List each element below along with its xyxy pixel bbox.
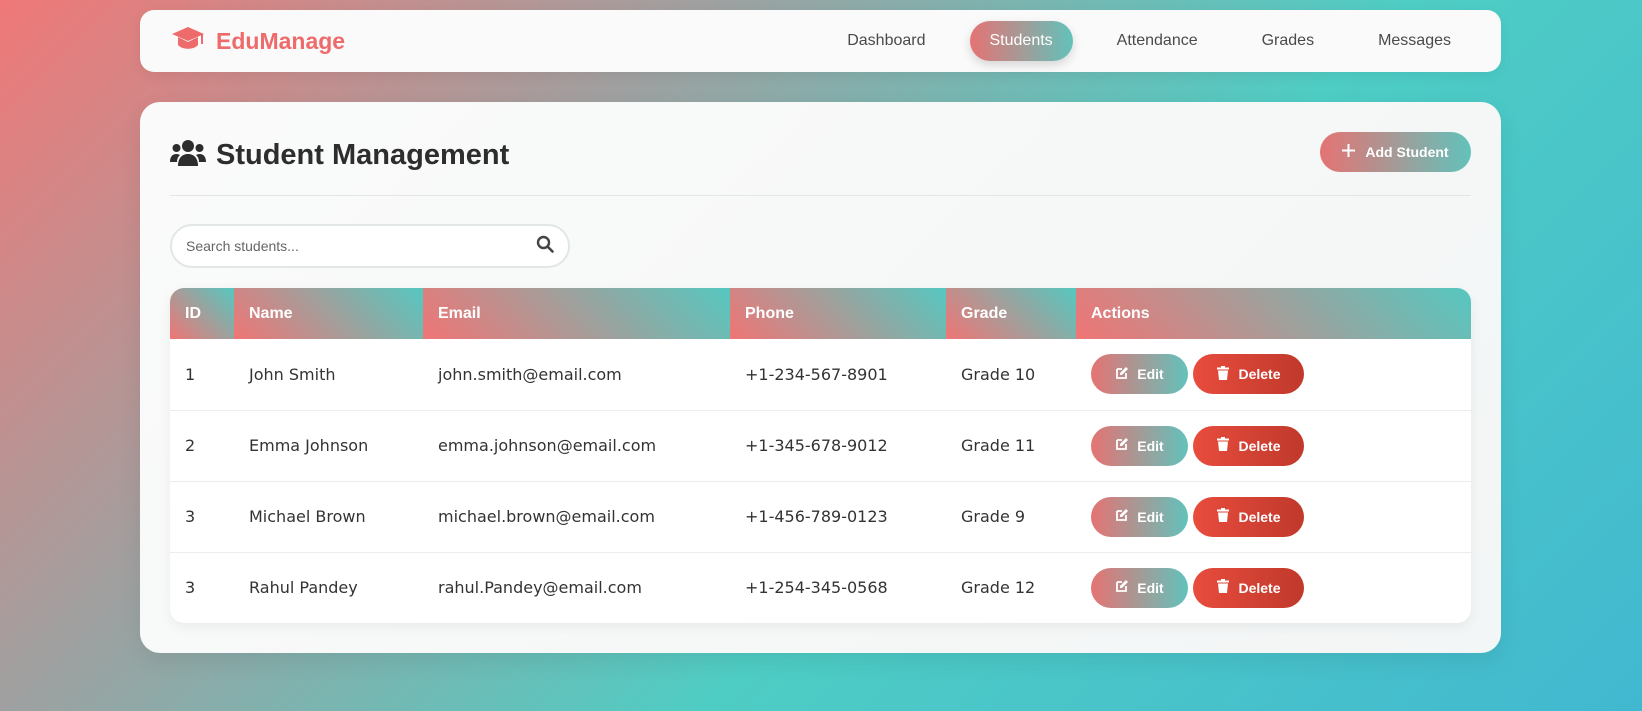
edit-button[interactable]: Edit bbox=[1091, 567, 1188, 608]
search-input[interactable] bbox=[186, 238, 536, 254]
trash-icon bbox=[1216, 508, 1230, 525]
table-row: 3 Rahul Pandey rahul.Pandey@email.com +1… bbox=[170, 552, 1471, 623]
delete-button[interactable]: Delete bbox=[1193, 354, 1304, 395]
edit-button[interactable]: Edit bbox=[1091, 496, 1188, 537]
column-header-grade[interactable]: Grade bbox=[946, 288, 1076, 339]
column-header-name[interactable]: Name bbox=[234, 288, 423, 339]
page-title: Student Management bbox=[216, 138, 510, 171]
edit-icon bbox=[1115, 366, 1129, 383]
cell-grade: Grade 9 bbox=[946, 481, 1076, 553]
delete-label: Delete bbox=[1238, 508, 1281, 525]
cell-phone: +1-234-567-8901 bbox=[730, 339, 946, 411]
edit-label: Edit bbox=[1137, 366, 1164, 383]
search-icon[interactable] bbox=[536, 235, 554, 258]
table-header-row: ID Name Email Phone Grade Actions bbox=[170, 288, 1471, 339]
edit-button[interactable]: Edit bbox=[1091, 354, 1188, 395]
graduation-cap-icon bbox=[170, 24, 206, 59]
table-row: 1 John Smith john.smith@email.com +1-234… bbox=[170, 339, 1471, 411]
search-box bbox=[170, 224, 570, 268]
nav-item-dashboard[interactable]: Dashboard bbox=[827, 21, 945, 61]
delete-button[interactable]: Delete bbox=[1193, 425, 1304, 466]
nav-item-attendance[interactable]: Attendance bbox=[1097, 21, 1218, 61]
nav-item-grades[interactable]: Grades bbox=[1242, 21, 1334, 61]
cell-actions: Edit Delete bbox=[1076, 552, 1471, 623]
brand[interactable]: EduManage bbox=[170, 24, 345, 59]
cell-email: emma.johnson@email.com bbox=[423, 410, 730, 482]
delete-label: Delete bbox=[1238, 366, 1281, 383]
cell-name: John Smith bbox=[234, 339, 423, 411]
title-wrap: Student Management bbox=[170, 132, 509, 178]
add-student-label: Add Student bbox=[1365, 144, 1449, 160]
cell-name: Emma Johnson bbox=[234, 410, 423, 482]
nav-item-messages[interactable]: Messages bbox=[1358, 21, 1471, 61]
edit-label: Edit bbox=[1137, 579, 1164, 596]
trash-icon bbox=[1216, 437, 1230, 454]
edit-label: Edit bbox=[1137, 437, 1164, 454]
column-header-id[interactable]: ID bbox=[170, 288, 234, 339]
cell-grade: Grade 12 bbox=[961, 578, 1036, 598]
cell-grade: Grade 10 bbox=[946, 339, 1076, 411]
cell-actions: Edit Delete bbox=[1076, 410, 1471, 482]
edit-label: Edit bbox=[1137, 508, 1164, 525]
cell-id: 3 bbox=[185, 578, 196, 598]
delete-button[interactable]: Delete bbox=[1193, 567, 1304, 608]
student-management-card: Student Management Add Student ID Name E… bbox=[140, 102, 1501, 653]
plus-icon bbox=[1342, 144, 1356, 160]
nav-links: Dashboard Students Attendance Grades Mes… bbox=[827, 21, 1471, 61]
cell-phone: +1-456-789-0123 bbox=[730, 481, 946, 553]
students-table: ID Name Email Phone Grade Actions 1 John… bbox=[170, 288, 1471, 623]
column-header-email[interactable]: Email bbox=[423, 288, 730, 339]
table-row: 3 Michael Brown michael.brown@email.com … bbox=[170, 481, 1471, 553]
cell-id: 3 bbox=[170, 481, 234, 553]
cell-actions: Edit Delete bbox=[1076, 339, 1471, 411]
nav-item-students[interactable]: Students bbox=[969, 21, 1073, 61]
cell-phone: +1-254-345-0568 bbox=[745, 578, 888, 598]
users-icon bbox=[170, 138, 206, 173]
edit-button[interactable]: Edit bbox=[1091, 425, 1188, 466]
add-student-button[interactable]: Add Student bbox=[1320, 132, 1471, 172]
cell-id: 2 bbox=[170, 410, 234, 482]
top-navbar: EduManage Dashboard Students Attendance … bbox=[140, 10, 1501, 72]
cell-phone: +1-345-678-9012 bbox=[730, 410, 946, 482]
column-header-actions: Actions bbox=[1076, 288, 1471, 339]
cell-actions: Edit Delete bbox=[1076, 481, 1471, 553]
cell-email: john.smith@email.com bbox=[423, 339, 730, 411]
column-header-phone[interactable]: Phone bbox=[730, 288, 946, 339]
delete-button[interactable]: Delete bbox=[1193, 496, 1304, 537]
cell-email: rahul.Pandey@email.com bbox=[438, 578, 642, 598]
brand-name: EduManage bbox=[216, 27, 346, 54]
cell-name: Michael Brown bbox=[234, 481, 423, 553]
card-header: Student Management Add Student bbox=[170, 132, 1471, 196]
cell-name: Rahul Pandey bbox=[249, 578, 358, 598]
delete-label: Delete bbox=[1238, 579, 1281, 596]
delete-label: Delete bbox=[1238, 437, 1281, 454]
edit-icon bbox=[1115, 508, 1129, 525]
cell-email: michael.brown@email.com bbox=[423, 481, 730, 553]
trash-icon bbox=[1216, 365, 1230, 383]
trash-icon bbox=[1216, 579, 1230, 596]
edit-icon bbox=[1115, 579, 1129, 596]
table-row: 2 Emma Johnson emma.johnson@email.com +1… bbox=[170, 410, 1471, 482]
cell-grade: Grade 11 bbox=[946, 410, 1076, 482]
edit-icon bbox=[1115, 437, 1129, 454]
cell-id: 1 bbox=[170, 339, 234, 411]
